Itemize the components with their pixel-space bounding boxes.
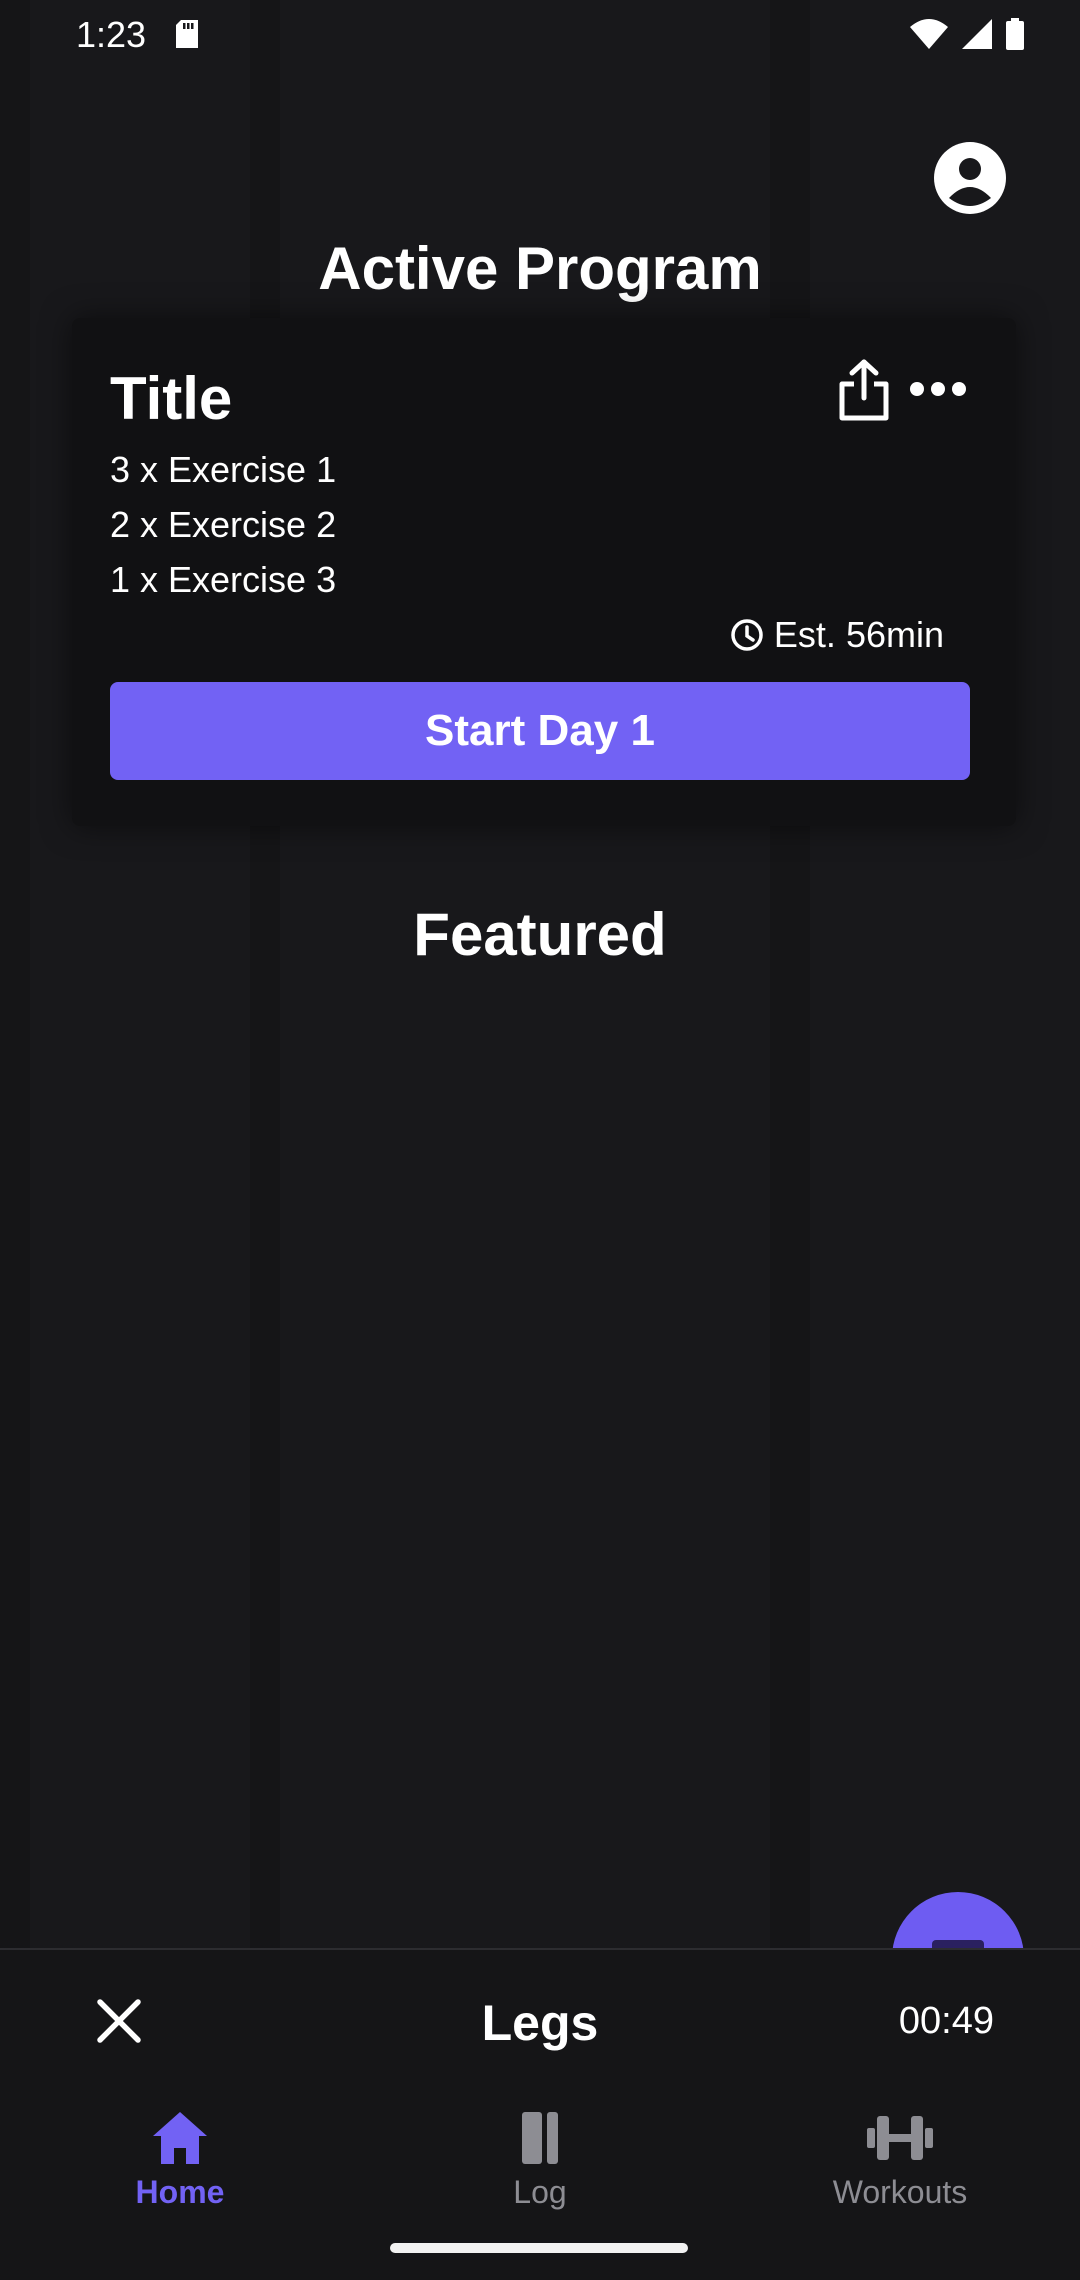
featured-title: Featured — [413, 901, 667, 968]
clock-icon — [731, 619, 763, 651]
nav-label-workouts: Workouts — [832, 2174, 968, 2210]
start-day-button[interactable]: Start Day 1 — [110, 682, 970, 780]
status-bar: 1:23 — [0, 0, 1080, 72]
sd-card-icon — [176, 20, 198, 48]
list-item: 1 x Exercise 3 — [110, 559, 337, 600]
home-indicator[interactable] — [390, 2243, 688, 2253]
app-screen: 1:23 Active Program Title 3 x Exercise 1… — [0, 0, 1080, 2280]
page-title: Active Program — [318, 235, 762, 302]
account-icon[interactable] — [932, 140, 1008, 216]
program-title: Title — [110, 365, 233, 432]
exercise-list: 3 x Exercise 1 2 x Exercise 2 1 x Exerci… — [110, 442, 336, 607]
estimated-duration: Est. 56min — [730, 614, 944, 656]
estimate-label: Est. 56min — [773, 614, 944, 655]
status-icons — [910, 16, 1024, 52]
home-icon — [153, 2112, 207, 2164]
dumbbell-icon — [867, 2116, 933, 2160]
workout-timer: 00:49 — [898, 2000, 994, 2042]
background-shade — [0, 0, 30, 2280]
program-card: Title 3 x Exercise 1 2 x Exercise 2 1 x … — [72, 318, 1016, 826]
battery-icon — [1006, 18, 1024, 50]
nav-label-log: Log — [513, 2174, 567, 2210]
nav-item-home[interactable]: Home — [30, 2108, 330, 2238]
share-icon[interactable] — [836, 358, 892, 422]
list-item: 2 x Exercise 2 — [110, 504, 337, 545]
nav-label-home: Home — [135, 2174, 225, 2210]
cellular-signal-icon — [962, 19, 992, 49]
status-time: 1:23 — [76, 14, 147, 55]
nav-item-log[interactable]: Log — [390, 2108, 690, 2238]
wifi-icon — [910, 19, 948, 49]
list-item: 3 x Exercise 1 — [110, 449, 337, 490]
log-icon — [522, 2112, 558, 2164]
more-options-icon[interactable] — [908, 374, 968, 404]
active-workout-bar[interactable]: Legs 00:49 — [0, 1948, 1080, 2090]
nav-item-workouts[interactable]: Workouts — [750, 2108, 1050, 2238]
